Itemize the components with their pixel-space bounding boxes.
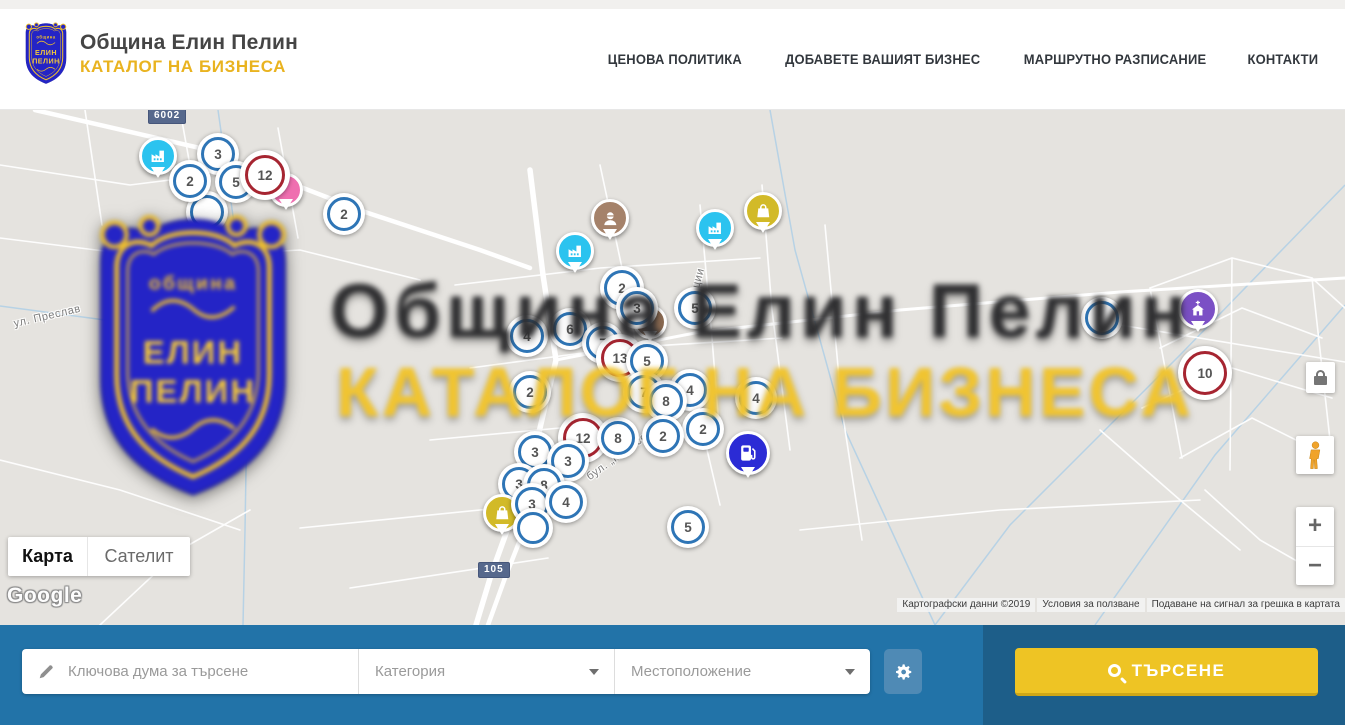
cluster-marker[interactable]: 5 (674, 287, 716, 329)
site-logo[interactable]: община ЕЛИН ПЕЛИН Община Елин Пелин КАТА… (22, 22, 298, 85)
search-submit-button[interactable]: ТЪРСЕНЕ (1015, 648, 1318, 696)
cluster-marker[interactable]: 3 (616, 287, 658, 329)
nav-item[interactable]: ДОБАВЕТЕ ВАШИЯТ БИЗНЕС (785, 52, 980, 67)
map-canvas[interactable]: 6002105 ул. Преславбул. „Новоселци"ции 3… (0, 110, 1345, 625)
pegman-button[interactable] (1296, 436, 1334, 474)
nav-item[interactable]: МАРШРУТНО РАЗПИСАНИЕ (1024, 52, 1206, 67)
cluster-marker[interactable] (513, 508, 553, 548)
pegman-icon (1308, 441, 1323, 470)
search-bar: Категория Местоположение ТЪРСЕНЕ (0, 625, 1345, 725)
fuel-pin-marker[interactable] (726, 431, 770, 475)
category-select-value: Категория (375, 663, 445, 680)
cluster-marker[interactable]: 2 (682, 408, 724, 450)
cluster-marker[interactable]: 4 (735, 377, 777, 419)
municipality-crest-icon: община ЕЛИН ПЕЛИН (22, 22, 70, 85)
search-icon (1108, 664, 1121, 677)
chevron-down-icon (589, 669, 599, 675)
header: община ЕЛИН ПЕЛИН Община Елин Пелин КАТА… (0, 9, 1345, 110)
search-submit-label: ТЪРСЕНЕ (1132, 661, 1226, 681)
category-select[interactable]: Категория (358, 649, 614, 694)
attribution-link[interactable]: Подаване на сигнал за грешка в картата (1147, 598, 1345, 612)
attribution-text: Картографски данни ©2019 (897, 598, 1035, 612)
gear-icon (892, 661, 914, 683)
location-select-value: Местоположение (631, 663, 751, 680)
cluster-marker[interactable]: 2 (642, 415, 684, 457)
crest-line1: ЕЛИН (35, 49, 57, 57)
cluster-marker[interactable]: 2 (323, 193, 365, 235)
cluster-marker[interactable]: 8 (597, 417, 639, 459)
factory-pin-marker[interactable] (556, 232, 594, 270)
cluster-marker[interactable]: 10 (1178, 346, 1232, 400)
cluster-marker[interactable] (1081, 297, 1123, 339)
map-type-button[interactable]: Карта (8, 537, 87, 576)
map-type-control: Карта Сателит (8, 537, 190, 576)
cluster-marker[interactable]: 2 (169, 160, 211, 202)
lock-button[interactable] (1306, 362, 1335, 393)
keyword-search-input[interactable] (22, 649, 358, 694)
bag-pin-marker[interactable] (744, 192, 782, 230)
nav-item[interactable]: ЦЕНОВА ПОЛИТИКА (608, 52, 742, 67)
cluster-marker[interactable]: 12 (240, 150, 290, 200)
attribution-link[interactable]: Условия за ползване (1037, 598, 1144, 612)
worker-pin-marker[interactable] (591, 199, 629, 237)
site-title: Община Елин Пелин (80, 31, 298, 55)
road-badge: 105 (478, 562, 510, 578)
site-subtitle: КАТАЛОГ НА БИЗНЕСА (80, 57, 298, 77)
search-fields: Категория Местоположение (22, 649, 870, 694)
cluster-marker[interactable]: 4 (506, 315, 548, 357)
pencil-icon (38, 663, 55, 680)
satellite-type-button[interactable]: Сателит (87, 537, 190, 576)
map-attribution: Картографски данни ©2019Условия за ползв… (895, 597, 1345, 612)
page: община ЕЛИН ПЕЛИН Община Елин Пелин КАТА… (0, 0, 1345, 725)
cluster-marker[interactable]: 5 (667, 506, 709, 548)
zoom-out-button[interactable]: − (1296, 547, 1334, 586)
crest-word-top: община (36, 35, 55, 40)
top-strip (0, 0, 1345, 9)
location-select[interactable]: Местоположение (614, 649, 870, 694)
google-logo[interactable]: Google (7, 584, 82, 608)
zoom-in-button[interactable]: + (1296, 507, 1334, 547)
crest-line2: ПЕЛИН (32, 58, 60, 66)
church-pin-marker[interactable] (1178, 289, 1218, 329)
road-badge: 6002 (148, 110, 186, 124)
cluster-marker[interactable]: 2 (509, 371, 551, 413)
zoom-control: + − (1296, 507, 1334, 585)
cluster-marker[interactable]: 4 (545, 481, 587, 523)
nav-item[interactable]: КОНТАКТИ (1248, 52, 1319, 67)
factory-pin-marker[interactable] (696, 209, 734, 247)
main-nav: ЦЕНОВА ПОЛИТИКА ДОБАВЕТЕ ВАШИЯТ БИЗНЕС МАР… (605, 9, 1320, 109)
chevron-down-icon (845, 669, 855, 675)
advanced-search-button[interactable] (884, 649, 922, 694)
keyword-field-wrap (22, 649, 358, 694)
